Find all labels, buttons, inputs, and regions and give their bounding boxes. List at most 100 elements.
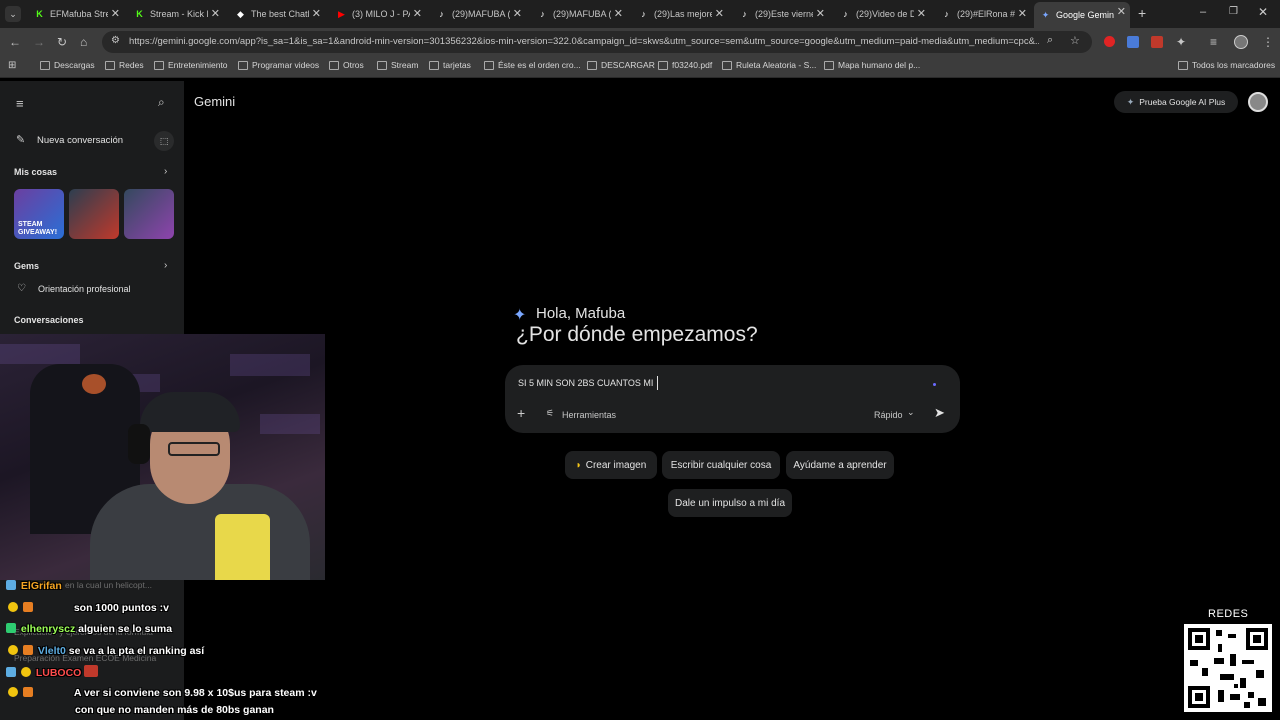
bookmark-item[interactable]: tarjetas bbox=[429, 60, 471, 70]
chevron-right-icon[interactable]: › bbox=[164, 166, 167, 177]
prompt-box[interactable]: SI 5 MIN SON 2BS CUANTOS MI + ⚟ Herramie… bbox=[505, 365, 960, 433]
chat-message: con que no manden más de 80bs ganan bbox=[75, 704, 274, 716]
youtube-icon: ▶ bbox=[338, 8, 345, 19]
back-icon[interactable]: ← bbox=[9, 34, 21, 50]
browser-tab[interactable]: ♪ (29)MAFUBA (✕ bbox=[430, 4, 526, 24]
close-tab-icon[interactable]: ✕ bbox=[715, 7, 724, 20]
bookmark-item[interactable]: Entretenimiento bbox=[154, 60, 228, 70]
extensions-icon[interactable]: ✦ bbox=[1176, 34, 1186, 50]
search-icon[interactable]: ⌕ bbox=[158, 95, 165, 110]
tab-title: (3) MILO J - PA bbox=[352, 9, 410, 19]
tools-button[interactable]: Herramientas bbox=[562, 410, 616, 420]
browser-tab[interactable]: ♪ (29)Este vierne ✕ bbox=[733, 4, 829, 24]
close-tab-icon[interactable]: ✕ bbox=[413, 7, 422, 20]
chevron-right-icon[interactable]: › bbox=[164, 260, 167, 271]
apps-grid-icon[interactable]: ⊞ bbox=[8, 60, 16, 71]
browser-tab[interactable]: ✦ Google Gemini ✕ bbox=[1034, 2, 1130, 28]
tools-icon: ⚟ bbox=[546, 408, 555, 418]
bookmark-item[interactable]: Stream bbox=[377, 60, 418, 70]
my-stuff-thumbnail-1[interactable]: STEAM GIVEAWAY! bbox=[14, 189, 64, 239]
chip-boost-day[interactable]: Dale un impulso a mi día bbox=[668, 489, 792, 517]
translate-icon[interactable] bbox=[1127, 36, 1139, 48]
bookmark-item[interactable]: Ruleta Aleatoria - S... bbox=[722, 60, 816, 70]
folder-icon bbox=[824, 60, 834, 70]
chat-badge-icon bbox=[22, 602, 33, 612]
bookmark-item[interactable]: Descargas bbox=[40, 60, 95, 70]
temporary-chat-icon[interactable]: ⬚ bbox=[154, 131, 174, 151]
gems-heading[interactable]: Gems bbox=[14, 261, 39, 271]
browser-tab[interactable]: K EFMafuba Stre ✕ bbox=[28, 4, 124, 24]
address-bar[interactable]: ⚙ https://gemini.google.com/app?is_sa=1&… bbox=[102, 31, 1092, 53]
close-tab-icon[interactable]: ✕ bbox=[312, 7, 321, 20]
browser-tab[interactable]: ♪ (29)Las mejore ✕ bbox=[632, 4, 728, 24]
extension-red-icon[interactable] bbox=[1104, 36, 1115, 47]
chevron-down-icon[interactable]: ⌄ bbox=[907, 407, 915, 418]
close-window-button[interactable]: ✕ bbox=[1258, 5, 1268, 19]
close-tab-icon[interactable]: ✕ bbox=[917, 7, 926, 20]
qr-code bbox=[1184, 624, 1272, 712]
bookmark-item[interactable]: Redes bbox=[105, 60, 144, 70]
browser-tab[interactable]: ♪ (29)#ElRona # ✕ bbox=[935, 4, 1031, 24]
chip-learn[interactable]: Ayúdame a aprender bbox=[786, 451, 894, 479]
my-stuff-thumbnail-2[interactable] bbox=[69, 189, 119, 239]
tab-search-icon[interactable]: ⌄ bbox=[5, 6, 21, 22]
chip-label: Ayúdame a aprender bbox=[793, 459, 887, 471]
gem-item-orientacion[interactable]: Orientación profesional bbox=[38, 284, 131, 294]
bookmark-star-icon[interactable]: ☆ bbox=[1070, 34, 1080, 47]
new-tab-button[interactable]: + bbox=[1138, 5, 1146, 21]
bookmark-item[interactable]: Mapa humano del p... bbox=[824, 60, 920, 70]
chip-write[interactable]: Escribir cualquier cosa bbox=[662, 451, 780, 479]
close-tab-icon[interactable]: ✕ bbox=[1018, 7, 1027, 20]
close-tab-icon[interactable]: ✕ bbox=[211, 7, 220, 20]
close-tab-icon[interactable]: ✕ bbox=[513, 7, 522, 20]
close-tab-icon[interactable]: ✕ bbox=[816, 7, 825, 20]
profile-avatar-icon[interactable] bbox=[1234, 35, 1248, 49]
hamburger-menu-icon[interactable]: ≡ bbox=[16, 96, 24, 111]
app-title: Gemini bbox=[194, 94, 236, 109]
close-tab-icon[interactable]: ✕ bbox=[614, 7, 623, 20]
tab-title: (29)#ElRona # bbox=[957, 9, 1015, 19]
tiktok-icon: ♪ bbox=[944, 9, 949, 19]
prompt-input[interactable]: SI 5 MIN SON 2BS CUANTOS MI bbox=[518, 378, 653, 388]
site-info-icon[interactable]: ⚙ bbox=[111, 35, 120, 46]
chip-create-image[interactable]: ◗ Crear imagen bbox=[565, 451, 657, 479]
bookmark-item[interactable]: Otros bbox=[329, 60, 364, 70]
reload-icon[interactable]: ↻ bbox=[57, 34, 67, 50]
bookmark-item[interactable]: f03240.pdf bbox=[658, 60, 712, 70]
send-icon[interactable]: ➤ bbox=[934, 405, 945, 421]
add-icon[interactable]: + bbox=[517, 405, 525, 421]
chat-badge-icon bbox=[8, 602, 18, 612]
minimize-button[interactable]: – bbox=[1200, 6, 1206, 18]
try-plus-button[interactable]: ✦ Prueba Google AI Plus bbox=[1114, 91, 1238, 113]
new-chat-button[interactable]: Nueva conversación bbox=[37, 135, 123, 146]
my-stuff-heading[interactable]: Mis cosas bbox=[14, 167, 57, 177]
browser-tab[interactable]: ▶ (3) MILO J - PA ✕ bbox=[330, 4, 426, 24]
zoom-icon[interactable]: ⌕ bbox=[1047, 34, 1053, 47]
bookmark-all[interactable]: Todos los marcadores bbox=[1178, 60, 1275, 70]
browser-tab[interactable]: ♪ (29)MAFUBA (✕ bbox=[531, 4, 627, 24]
text-caret bbox=[657, 376, 658, 390]
close-tab-icon[interactable]: ✕ bbox=[1117, 5, 1126, 18]
my-stuff-thumbnail-3[interactable] bbox=[124, 189, 174, 239]
mic-dot-icon[interactable] bbox=[933, 383, 936, 386]
forward-icon[interactable]: → bbox=[33, 34, 45, 50]
menu-icon[interactable]: ⋮ bbox=[1262, 34, 1274, 50]
chat-message: LUBOCO bbox=[6, 665, 100, 679]
chat-badge-icon bbox=[6, 580, 16, 590]
media-icon[interactable]: ≡ bbox=[1210, 34, 1217, 50]
bookmark-label: Redes bbox=[119, 60, 144, 70]
bookmark-item[interactable]: Éste es el orden cro... bbox=[484, 60, 581, 70]
restore-button[interactable]: ❐ bbox=[1229, 6, 1238, 17]
account-avatar[interactable] bbox=[1248, 92, 1268, 112]
mode-selector[interactable]: Rápido bbox=[874, 410, 903, 420]
bookmark-item[interactable]: Programar videos bbox=[238, 60, 319, 70]
browser-tab[interactable]: ♪ (29)Video de D ✕ bbox=[834, 4, 930, 24]
url-text[interactable]: https://gemini.google.com/app?is_sa=1&is… bbox=[129, 36, 1039, 47]
chat-badge-icon bbox=[22, 645, 33, 655]
browser-tab[interactable]: ◆ The best ChatB ✕ bbox=[229, 4, 325, 24]
extension-m-icon[interactable] bbox=[1151, 36, 1163, 48]
home-icon[interactable]: ⌂ bbox=[80, 34, 87, 50]
close-tab-icon[interactable]: ✕ bbox=[111, 7, 120, 20]
bookmark-item[interactable]: DESCARGAR bbox=[587, 60, 655, 70]
browser-tab[interactable]: K Stream - Kick D ✕ bbox=[128, 4, 224, 24]
